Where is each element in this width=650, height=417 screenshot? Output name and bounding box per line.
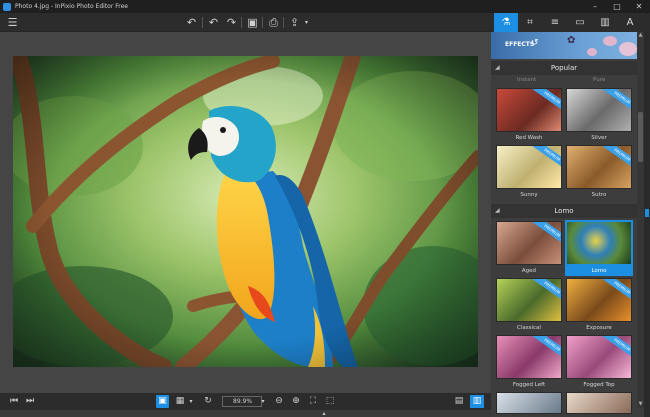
main-toolbar: ☰ ↶ ↶ ↷ ▣ ⎙ ⇪ ▾ — [0, 13, 491, 32]
faded-effect-label: Instant — [517, 77, 537, 83]
undo-icon[interactable]: ↶ — [206, 15, 221, 30]
app-icon — [3, 2, 11, 11]
effects-panel: ✿ EFFECTS ↺ ◢ Popular Instant Pure PREMI… — [491, 32, 650, 417]
compare-view-icon[interactable]: ▦ — [174, 395, 186, 408]
tool-tabs: ⚗ ⌗ ≡ ▭ ▥ A — [491, 13, 650, 32]
premium-ribbon: PREMIUM — [530, 336, 561, 362]
faded-effect-label: Pure — [593, 77, 606, 83]
scroll-thumb[interactable] — [638, 112, 643, 162]
effect-label: Sunny — [520, 192, 538, 198]
maximize-button[interactable]: □ — [606, 0, 628, 13]
texture-tab-icon[interactable]: ▥ — [593, 13, 617, 32]
premium-ribbon: PREMIUM — [530, 279, 561, 305]
compare-dropdown-icon[interactable]: ▾ — [187, 395, 195, 408]
share-dropdown-icon[interactable]: ▾ — [299, 15, 314, 30]
premium-ribbon: PREMIUM — [530, 222, 561, 248]
effect-label: Exposure — [586, 325, 612, 331]
zoom-in-icon[interactable]: ⊕ — [289, 395, 303, 408]
premium-ribbon: PREMIUM — [600, 89, 631, 115]
first-image-icon[interactable]: ⏮ — [8, 395, 20, 408]
butterfly-icon: ✿ — [567, 35, 576, 46]
next-image-icon[interactable]: ⏭ — [24, 395, 36, 408]
crop-tab-icon[interactable]: ⌗ — [518, 13, 542, 32]
effects-tab-icon[interactable]: ⚗ — [494, 13, 518, 32]
close-button[interactable]: ✕ — [628, 0, 650, 13]
side-strip-marker[interactable] — [645, 209, 649, 217]
effect-label: Silver — [591, 135, 607, 141]
scroll-down-icon[interactable]: ▼ — [637, 401, 644, 408]
effect-thumb-sunny[interactable]: PREMIUM — [496, 145, 562, 189]
menu-icon[interactable]: ☰ — [5, 15, 20, 30]
effect-label: Classical — [517, 325, 541, 331]
save-icon[interactable]: ▣ — [245, 15, 260, 30]
effect-thumb-lomo[interactable] — [565, 220, 633, 266]
title-bar: Photo 4.jpg - InPixio Photo Editor Free … — [0, 0, 650, 13]
effect-thumb-silver[interactable]: PREMIUM — [566, 88, 632, 132]
effect-thumb-exposure[interactable]: PREMIUM — [566, 278, 632, 322]
scroll-up-icon[interactable]: ▲ — [637, 32, 644, 39]
effect-thumb-partial[interactable] — [496, 392, 562, 414]
bottom-toolbar: ⏮ ⏭ ▣ ▦ ▾ ↻ 89.9% ▾ ⊖ ⊕ ⛶ ⬚ ▤ ▥ — [0, 393, 491, 410]
effects-scrollbar[interactable]: ▲ ▼ — [637, 32, 644, 408]
premium-ribbon: PREMIUM — [530, 89, 561, 115]
photo-illustration — [13, 56, 478, 367]
toggle-panel-icon[interactable]: ▥ — [470, 395, 484, 408]
frame-tab-icon[interactable]: ▭ — [568, 13, 592, 32]
effect-thumb-partial[interactable] — [566, 392, 632, 414]
effect-thumb-aged[interactable]: PREMIUM — [496, 221, 562, 265]
before-after-icon[interactable]: ▤ — [452, 395, 466, 408]
effect-thumb-fogged-left[interactable]: PREMIUM — [496, 335, 562, 379]
zoom-level-value: 89.9% — [233, 398, 253, 405]
effect-thumb-red-wash[interactable]: PREMIUM — [496, 88, 562, 132]
premium-ribbon: PREMIUM — [600, 336, 631, 362]
effects-header-banner: ✿ EFFECTS ↺ — [491, 32, 641, 59]
redo-icon[interactable]: ↷ — [224, 15, 239, 30]
premium-ribbon: PREMIUM — [600, 146, 631, 172]
zoom-level-field[interactable]: 89.9% — [222, 396, 262, 407]
premium-ribbon: PREMIUM — [600, 279, 631, 305]
zoom-dropdown-icon[interactable]: ▾ — [258, 395, 268, 408]
section-header-popular[interactable]: ◢ Popular — [491, 61, 637, 75]
text-tab-icon[interactable]: A — [618, 13, 642, 32]
minimize-button[interactable]: – — [584, 0, 606, 13]
undo-all-icon[interactable]: ↶ — [184, 15, 199, 30]
section-header-lomo[interactable]: ◢ Lomo — [491, 204, 637, 218]
effect-label: Fogged Left — [512, 382, 546, 388]
effect-label: Sutro — [591, 192, 607, 198]
actual-size-icon[interactable]: ⬚ — [323, 395, 337, 408]
window-title: Photo 4.jpg - InPixio Photo Editor Free — [15, 3, 128, 10]
parrot-photo[interactable] — [13, 56, 478, 367]
fit-view-icon[interactable]: ▣ — [156, 395, 169, 408]
rotate-icon[interactable]: ↻ — [201, 395, 215, 408]
collapse-bottom-icon[interactable]: ▴ — [318, 410, 330, 417]
effects-reset-icon[interactable]: ↺ — [531, 38, 539, 48]
print-icon[interactable]: ⎙ — [266, 15, 281, 30]
effect-thumb-fogged-top[interactable]: PREMIUM — [566, 335, 632, 379]
effect-label: Aged — [521, 268, 537, 274]
effect-label: Red Wash — [515, 135, 543, 141]
image-canvas[interactable] — [0, 32, 491, 393]
premium-ribbon: PREMIUM — [530, 146, 561, 172]
section-title: Popular — [550, 64, 578, 72]
effect-label-selected: Lomo — [565, 266, 633, 276]
photo-editor-window: Photo 4.jpg - InPixio Photo Editor Free … — [0, 0, 650, 417]
side-strip — [644, 32, 650, 417]
effect-label: Fogged Top — [583, 382, 615, 388]
zoom-out-icon[interactable]: ⊖ — [272, 395, 286, 408]
effect-thumb-sutro[interactable]: PREMIUM — [566, 145, 632, 189]
adjust-tab-icon[interactable]: ≡ — [543, 13, 567, 32]
effect-thumb-classical[interactable]: PREMIUM — [496, 278, 562, 322]
fit-screen-icon[interactable]: ⛶ — [306, 395, 320, 408]
effects-title: EFFECTS — [505, 41, 535, 48]
section-title: Lomo — [554, 207, 574, 215]
